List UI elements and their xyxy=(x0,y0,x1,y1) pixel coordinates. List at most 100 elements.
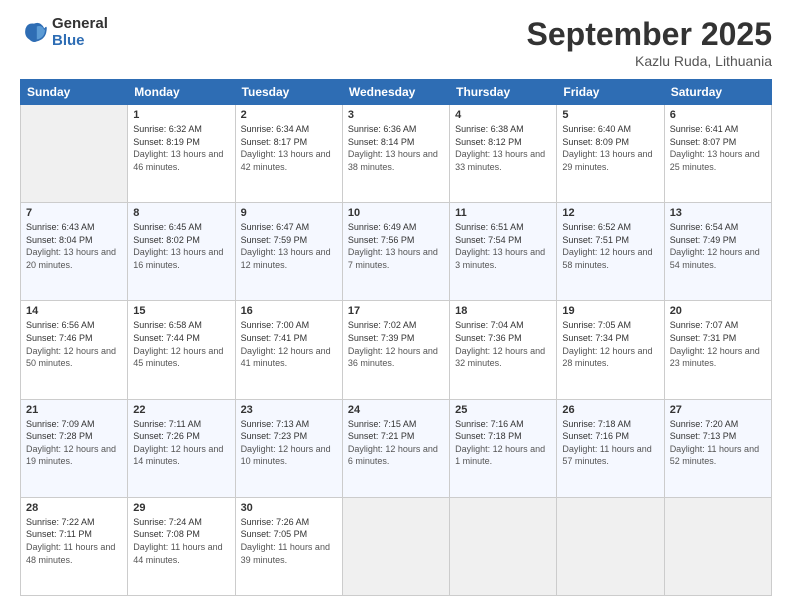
cell-info: Sunrise: 6:49 AM Sunset: 7:56 PM Dayligh… xyxy=(348,221,444,271)
sunset-text: Sunset: 7:34 PM xyxy=(562,333,629,343)
sunrise-text: Sunrise: 6:54 AM xyxy=(670,222,739,232)
sunset-text: Sunset: 7:08 PM xyxy=(133,529,200,539)
sunrise-text: Sunrise: 6:34 AM xyxy=(241,124,310,134)
sunrise-text: Sunrise: 6:32 AM xyxy=(133,124,202,134)
day-number: 2 xyxy=(241,109,337,121)
sunrise-text: Sunrise: 7:15 AM xyxy=(348,419,417,429)
day-number: 24 xyxy=(348,404,444,416)
daylight-text: Daylight: 12 hours and 50 minutes. xyxy=(26,346,116,369)
cell-info: Sunrise: 6:40 AM Sunset: 8:09 PM Dayligh… xyxy=(562,123,658,173)
week-row-3: 14 Sunrise: 6:56 AM Sunset: 7:46 PM Dayl… xyxy=(21,301,772,399)
sunrise-text: Sunrise: 6:51 AM xyxy=(455,222,524,232)
week-row-1: 1 Sunrise: 6:32 AM Sunset: 8:19 PM Dayli… xyxy=(21,105,772,203)
calendar-cell: 24 Sunrise: 7:15 AM Sunset: 7:21 PM Dayl… xyxy=(342,399,449,497)
calendar-cell: 9 Sunrise: 6:47 AM Sunset: 7:59 PM Dayli… xyxy=(235,203,342,301)
sunset-text: Sunset: 8:14 PM xyxy=(348,137,415,147)
calendar-cell xyxy=(450,497,557,595)
sunset-text: Sunset: 7:39 PM xyxy=(348,333,415,343)
daylight-text: Daylight: 12 hours and 54 minutes. xyxy=(670,247,760,270)
col-header-monday: Monday xyxy=(128,80,235,105)
daylight-text: Daylight: 12 hours and 1 minute. xyxy=(455,444,545,467)
col-header-wednesday: Wednesday xyxy=(342,80,449,105)
calendar-cell: 27 Sunrise: 7:20 AM Sunset: 7:13 PM Dayl… xyxy=(664,399,771,497)
day-number: 21 xyxy=(26,404,122,416)
sunset-text: Sunset: 8:19 PM xyxy=(133,137,200,147)
cell-info: Sunrise: 7:11 AM Sunset: 7:26 PM Dayligh… xyxy=(133,418,229,468)
sunset-text: Sunset: 7:26 PM xyxy=(133,431,200,441)
daylight-text: Daylight: 11 hours and 52 minutes. xyxy=(670,444,759,467)
sunset-text: Sunset: 7:59 PM xyxy=(241,235,308,245)
calendar-cell: 10 Sunrise: 6:49 AM Sunset: 7:56 PM Dayl… xyxy=(342,203,449,301)
daylight-text: Daylight: 13 hours and 7 minutes. xyxy=(348,247,438,270)
day-number: 7 xyxy=(26,207,122,219)
sunrise-text: Sunrise: 6:52 AM xyxy=(562,222,631,232)
title-month: September 2025 xyxy=(527,16,772,53)
daylight-text: Daylight: 12 hours and 36 minutes. xyxy=(348,346,438,369)
page: General Blue September 2025 Kazlu Ruda, … xyxy=(0,0,792,612)
calendar-cell: 15 Sunrise: 6:58 AM Sunset: 7:44 PM Dayl… xyxy=(128,301,235,399)
daylight-text: Daylight: 13 hours and 29 minutes. xyxy=(562,149,652,172)
col-header-friday: Friday xyxy=(557,80,664,105)
sunrise-text: Sunrise: 6:58 AM xyxy=(133,320,202,330)
calendar-cell: 7 Sunrise: 6:43 AM Sunset: 8:04 PM Dayli… xyxy=(21,203,128,301)
sunset-text: Sunset: 7:16 PM xyxy=(562,431,629,441)
daylight-text: Daylight: 11 hours and 44 minutes. xyxy=(133,542,222,565)
sunrise-text: Sunrise: 6:45 AM xyxy=(133,222,202,232)
daylight-text: Daylight: 13 hours and 3 minutes. xyxy=(455,247,545,270)
calendar-cell xyxy=(21,105,128,203)
sunrise-text: Sunrise: 6:40 AM xyxy=(562,124,631,134)
cell-info: Sunrise: 6:36 AM Sunset: 8:14 PM Dayligh… xyxy=(348,123,444,173)
daylight-text: Daylight: 12 hours and 58 minutes. xyxy=(562,247,652,270)
calendar-cell: 4 Sunrise: 6:38 AM Sunset: 8:12 PM Dayli… xyxy=(450,105,557,203)
cell-info: Sunrise: 6:54 AM Sunset: 7:49 PM Dayligh… xyxy=(670,221,766,271)
day-number: 15 xyxy=(133,305,229,317)
calendar-cell: 8 Sunrise: 6:45 AM Sunset: 8:02 PM Dayli… xyxy=(128,203,235,301)
day-number: 4 xyxy=(455,109,551,121)
logo-general: General xyxy=(52,16,108,33)
calendar-cell: 6 Sunrise: 6:41 AM Sunset: 8:07 PM Dayli… xyxy=(664,105,771,203)
daylight-text: Daylight: 13 hours and 16 minutes. xyxy=(133,247,223,270)
cell-info: Sunrise: 6:45 AM Sunset: 8:02 PM Dayligh… xyxy=(133,221,229,271)
sunset-text: Sunset: 8:09 PM xyxy=(562,137,629,147)
daylight-text: Daylight: 12 hours and 23 minutes. xyxy=(670,346,760,369)
cell-info: Sunrise: 7:24 AM Sunset: 7:08 PM Dayligh… xyxy=(133,516,229,566)
day-number: 11 xyxy=(455,207,551,219)
calendar-cell: 19 Sunrise: 7:05 AM Sunset: 7:34 PM Dayl… xyxy=(557,301,664,399)
cell-info: Sunrise: 7:13 AM Sunset: 7:23 PM Dayligh… xyxy=(241,418,337,468)
day-number: 23 xyxy=(241,404,337,416)
daylight-text: Daylight: 12 hours and 10 minutes. xyxy=(241,444,331,467)
daylight-text: Daylight: 13 hours and 12 minutes. xyxy=(241,247,331,270)
week-row-4: 21 Sunrise: 7:09 AM Sunset: 7:28 PM Dayl… xyxy=(21,399,772,497)
day-number: 26 xyxy=(562,404,658,416)
daylight-text: Daylight: 12 hours and 45 minutes. xyxy=(133,346,223,369)
cell-info: Sunrise: 7:20 AM Sunset: 7:13 PM Dayligh… xyxy=(670,418,766,468)
header-row: SundayMondayTuesdayWednesdayThursdayFrid… xyxy=(21,80,772,105)
cell-info: Sunrise: 6:52 AM Sunset: 7:51 PM Dayligh… xyxy=(562,221,658,271)
sunrise-text: Sunrise: 7:02 AM xyxy=(348,320,417,330)
sunrise-text: Sunrise: 7:26 AM xyxy=(241,517,310,527)
day-number: 20 xyxy=(670,305,766,317)
sunrise-text: Sunrise: 7:04 AM xyxy=(455,320,524,330)
calendar-cell: 11 Sunrise: 6:51 AM Sunset: 7:54 PM Dayl… xyxy=(450,203,557,301)
sunrise-text: Sunrise: 6:38 AM xyxy=(455,124,524,134)
sunrise-text: Sunrise: 7:22 AM xyxy=(26,517,95,527)
day-number: 28 xyxy=(26,502,122,514)
calendar-cell: 3 Sunrise: 6:36 AM Sunset: 8:14 PM Dayli… xyxy=(342,105,449,203)
day-number: 22 xyxy=(133,404,229,416)
sunrise-text: Sunrise: 7:13 AM xyxy=(241,419,310,429)
sunset-text: Sunset: 7:23 PM xyxy=(241,431,308,441)
calendar-cell: 13 Sunrise: 6:54 AM Sunset: 7:49 PM Dayl… xyxy=(664,203,771,301)
cell-info: Sunrise: 6:32 AM Sunset: 8:19 PM Dayligh… xyxy=(133,123,229,173)
cell-info: Sunrise: 6:47 AM Sunset: 7:59 PM Dayligh… xyxy=(241,221,337,271)
calendar-cell: 25 Sunrise: 7:16 AM Sunset: 7:18 PM Dayl… xyxy=(450,399,557,497)
sunset-text: Sunset: 8:02 PM xyxy=(133,235,200,245)
day-number: 13 xyxy=(670,207,766,219)
title-location: Kazlu Ruda, Lithuania xyxy=(527,53,772,69)
calendar-table: SundayMondayTuesdayWednesdayThursdayFrid… xyxy=(20,79,772,596)
daylight-text: Daylight: 13 hours and 46 minutes. xyxy=(133,149,223,172)
calendar-cell xyxy=(664,497,771,595)
calendar-cell: 22 Sunrise: 7:11 AM Sunset: 7:26 PM Dayl… xyxy=(128,399,235,497)
cell-info: Sunrise: 7:07 AM Sunset: 7:31 PM Dayligh… xyxy=(670,319,766,369)
daylight-text: Daylight: 12 hours and 28 minutes. xyxy=(562,346,652,369)
calendar-cell: 28 Sunrise: 7:22 AM Sunset: 7:11 PM Dayl… xyxy=(21,497,128,595)
